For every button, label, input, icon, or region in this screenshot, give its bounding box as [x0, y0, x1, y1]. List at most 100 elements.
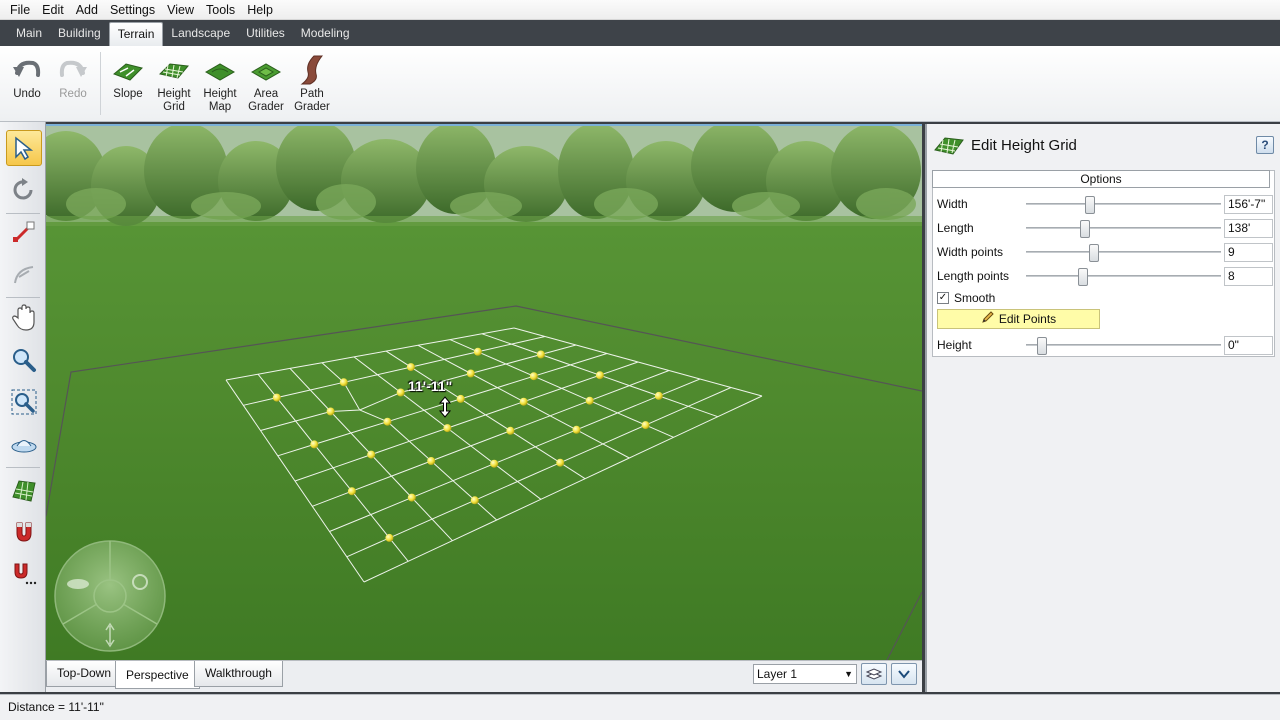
control-point[interactable] [347, 487, 356, 496]
undo-button[interactable]: Undo [4, 46, 50, 121]
length-points-slider-thumb[interactable] [1077, 268, 1088, 286]
ribbon-toolbar: Undo Redo Slope Height Grid Height Map A… [0, 46, 1280, 122]
pencil-icon [981, 310, 995, 329]
control-point[interactable] [654, 391, 663, 400]
path-grader-button[interactable]: Path Grader [289, 46, 335, 121]
3d-viewport[interactable]: 11'-11" [46, 124, 922, 660]
width-points-input[interactable]: 9 [1224, 243, 1273, 262]
control-point[interactable] [556, 458, 565, 467]
control-point[interactable] [473, 347, 482, 356]
chevron-down-icon: ▼ [844, 669, 853, 679]
height-map-button[interactable]: Height Map [197, 46, 243, 121]
smooth-checkbox-row[interactable]: ✓ Smooth [937, 291, 995, 305]
width-input[interactable]: 156'-7" [1224, 195, 1273, 214]
control-point[interactable] [396, 388, 405, 397]
control-point[interactable] [367, 450, 376, 459]
top-down-tab[interactable]: Top-Down [46, 661, 123, 687]
control-point[interactable] [519, 397, 528, 406]
pan-hand-icon [12, 304, 35, 331]
tab-main[interactable]: Main [8, 20, 50, 46]
walkthrough-tab[interactable]: Walkthrough [194, 661, 283, 687]
control-point[interactable] [326, 407, 335, 416]
width-points-slider[interactable] [1026, 244, 1221, 262]
length-input[interactable]: 138' [1224, 219, 1273, 238]
height-slider-thumb[interactable] [1036, 337, 1047, 355]
length-slider-thumb[interactable] [1079, 220, 1090, 238]
slope-button[interactable]: Slope [105, 46, 151, 121]
edit-points-button[interactable]: Edit Points [937, 309, 1100, 329]
control-point[interactable] [456, 394, 465, 403]
width-points-slider-thumb[interactable] [1089, 244, 1100, 262]
zoom-extents-button[interactable] [6, 384, 42, 420]
zoom-extents-icon [11, 389, 37, 415]
control-point[interactable] [339, 378, 348, 387]
select-tool-button[interactable] [6, 130, 42, 166]
tab-building[interactable]: Building [50, 20, 109, 46]
toolbar-divider [100, 52, 101, 115]
length-points-slider[interactable] [1026, 268, 1221, 286]
help-button[interactable]: ? [1256, 136, 1274, 154]
control-point[interactable] [383, 417, 392, 426]
width-slider-thumb[interactable] [1085, 196, 1096, 214]
control-point[interactable] [466, 369, 475, 378]
rotate-tool-button[interactable] [6, 172, 42, 208]
redo-label: Redo [59, 88, 87, 100]
control-point[interactable] [490, 459, 499, 468]
layer-dropdown[interactable]: Layer 1 ▼ [753, 664, 857, 684]
control-point[interactable] [529, 372, 538, 381]
control-point[interactable] [385, 533, 394, 542]
layer-dropdown-value: Layer 1 [757, 667, 798, 681]
control-point[interactable] [407, 493, 416, 502]
control-point[interactable] [470, 496, 479, 505]
control-point[interactable] [427, 457, 436, 465]
menu-add[interactable]: Add [70, 0, 104, 20]
menu-settings[interactable]: Settings [104, 0, 161, 20]
height-slider[interactable] [1026, 337, 1221, 355]
smooth-label: Smooth [954, 291, 996, 305]
options-header[interactable]: Options [932, 170, 1270, 188]
menu-view[interactable]: View [161, 0, 200, 20]
zoom-tool-button[interactable] [6, 342, 42, 378]
vertical-resize-cursor-icon [439, 396, 451, 418]
control-point[interactable] [536, 350, 545, 359]
height-grid-button[interactable]: Height Grid [151, 46, 197, 121]
control-point[interactable] [443, 424, 452, 433]
menu-edit[interactable]: Edit [36, 0, 70, 20]
control-point[interactable] [310, 440, 319, 449]
snap-options-button[interactable] [6, 556, 42, 592]
line-draw-button[interactable] [6, 214, 42, 250]
control-point[interactable] [641, 421, 650, 430]
length-points-input[interactable]: 8 [1224, 267, 1273, 286]
control-point[interactable] [506, 426, 515, 435]
terrain-grid-button[interactable] [6, 472, 42, 508]
smooth-checkbox[interactable]: ✓ [937, 292, 949, 304]
control-point[interactable] [572, 425, 581, 434]
control-point[interactable] [272, 393, 281, 402]
panel-header: Edit Height Grid [927, 124, 1280, 166]
pan-tool-button[interactable] [6, 300, 42, 336]
tab-utilities[interactable]: Utilities [238, 20, 293, 46]
layers-button[interactable] [861, 663, 887, 685]
control-point[interactable] [406, 363, 415, 372]
view-options-button[interactable] [891, 663, 917, 685]
height-map-icon [204, 54, 236, 86]
tab-landscape[interactable]: Landscape [163, 20, 238, 46]
menu-help[interactable]: Help [241, 0, 279, 20]
tab-terrain[interactable]: Terrain [108, 22, 164, 46]
control-point[interactable] [585, 396, 594, 405]
width-label: Width [937, 197, 968, 211]
menu-file[interactable]: File [4, 0, 36, 20]
snap-magnet-button[interactable] [6, 514, 42, 550]
menu-tools[interactable]: Tools [200, 0, 241, 20]
tab-modeling[interactable]: Modeling [293, 20, 358, 46]
perspective-tab[interactable]: Perspective [115, 661, 200, 689]
height-input[interactable]: 0" [1224, 336, 1273, 355]
width-slider[interactable] [1026, 196, 1221, 214]
undo-icon [11, 54, 43, 86]
length-slider[interactable] [1026, 220, 1221, 238]
redo-button[interactable]: Redo [50, 46, 96, 121]
orbit-view-button[interactable] [6, 426, 42, 462]
control-point[interactable] [595, 371, 604, 380]
area-grader-button[interactable]: Area Grader [243, 46, 289, 121]
arc-draw-button[interactable] [6, 256, 42, 292]
